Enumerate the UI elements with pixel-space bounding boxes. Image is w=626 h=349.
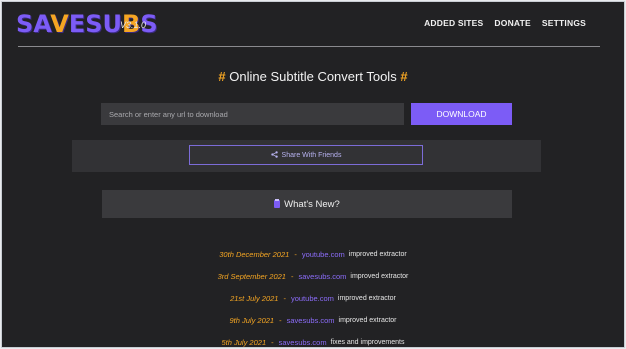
changelog-item: 30th December 2021 - youtube.com improve…	[2, 243, 624, 265]
changelog-item: 21st July 2021 - youtube.com improved ex…	[2, 287, 624, 309]
changelog-date: 9th July 2021	[229, 315, 275, 325]
changelog-date: 21st July 2021	[230, 293, 279, 303]
page-title: # Online Subtitle Convert Tools #	[2, 69, 624, 84]
download-button[interactable]: DOWNLOAD	[411, 103, 512, 125]
separator: -	[279, 315, 282, 325]
changelog-date: 3rd September 2021	[217, 271, 286, 281]
share-panel: Share With Friends	[72, 140, 541, 172]
url-search-input[interactable]	[101, 103, 404, 125]
separator: -	[283, 293, 286, 303]
top-nav: ADDED SITES DONATE SETTINGS	[424, 18, 586, 28]
page-title-text: Online Subtitle Convert Tools	[229, 69, 397, 84]
hash-left: #	[218, 69, 226, 84]
whats-new-label: What's New?	[284, 198, 340, 210]
changelog-desc: improved extractor	[337, 294, 396, 302]
changelog-desc: improved extractor	[350, 272, 409, 280]
share-with-friends-button[interactable]: Share With Friends	[189, 145, 423, 165]
changelog-item: 3rd September 2021 - savesubs.com improv…	[2, 265, 624, 287]
changelog-site-link[interactable]: youtube.com	[291, 294, 334, 303]
changelog-site-link[interactable]: savesubs.com	[287, 316, 335, 325]
separator: -	[271, 337, 274, 347]
nav-settings[interactable]: SETTINGS	[542, 18, 586, 28]
separator: -	[290, 271, 294, 281]
separator: -	[294, 249, 297, 259]
share-label: Share With Friends	[281, 151, 342, 159]
changelog-date: 30th December 2021	[219, 249, 290, 259]
share-icon	[270, 150, 278, 160]
nav-added-sites[interactable]: ADDED SITES	[424, 18, 483, 28]
nav-donate[interactable]: DONATE	[494, 18, 530, 28]
changelog-date: 5th July 2021	[221, 337, 267, 347]
clipboard-icon	[274, 199, 281, 208]
nav-divider	[18, 46, 600, 47]
version-label: V3.1.0	[120, 20, 147, 30]
changelog-desc: fixes and improvements	[330, 338, 405, 346]
hash-right: #	[400, 69, 408, 84]
changelog-site-link[interactable]: savesubs.com	[298, 272, 346, 281]
whats-new-header[interactable]: What's New?	[102, 190, 512, 218]
changelog-desc: improved extractor	[338, 316, 397, 324]
changelog-desc: improved extractor	[348, 250, 407, 258]
changelog-item: 9th July 2021 - savesubs.com improved ex…	[2, 309, 624, 331]
changelog-list: 30th December 2021 - youtube.com improve…	[2, 243, 624, 347]
app-window: SAVESUBS V3.1.0 ADDED SITES DONATE SETTI…	[1, 1, 625, 348]
changelog-site-link[interactable]: youtube.com	[302, 250, 345, 259]
changelog-item: 5th July 2021 - savesubs.com fixes and i…	[2, 331, 624, 347]
changelog-site-link[interactable]: savesubs.com	[279, 338, 327, 347]
